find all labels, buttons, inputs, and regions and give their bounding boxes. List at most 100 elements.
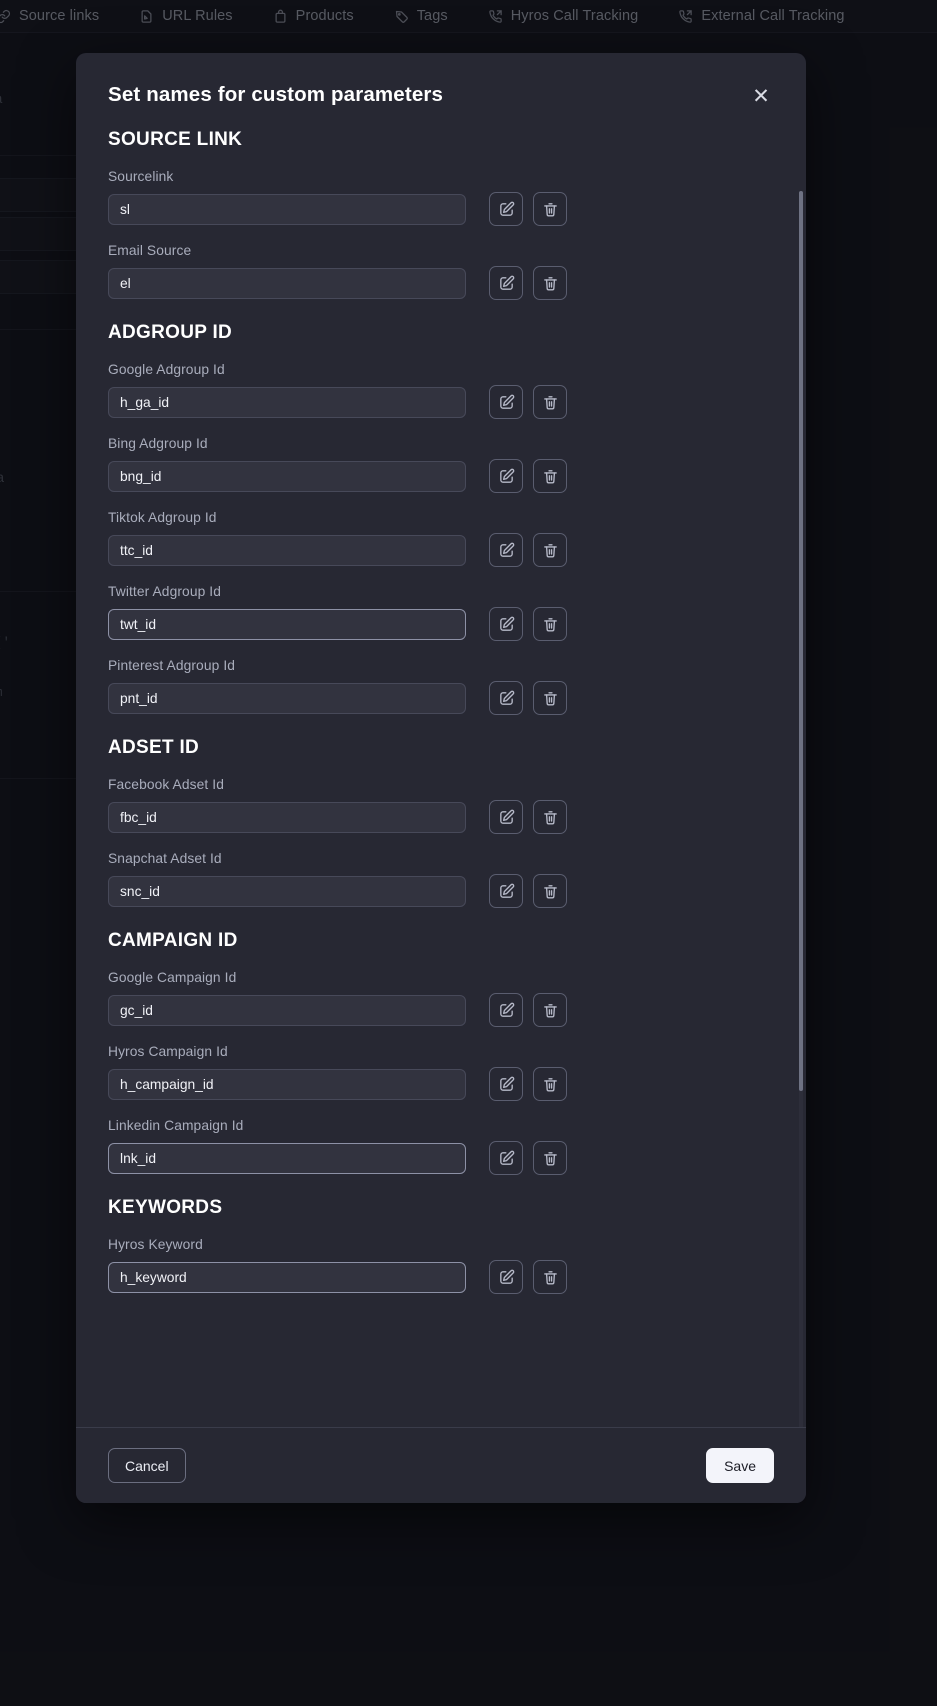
parameter-field-group: Facebook Adset Id <box>108 777 774 834</box>
parameter-row <box>108 1260 774 1294</box>
row-actions <box>489 192 567 226</box>
row-actions <box>489 266 567 300</box>
edit-icon[interactable] <box>489 385 523 419</box>
cancel-button[interactable]: Cancel <box>108 1448 186 1483</box>
edit-icon[interactable] <box>489 607 523 641</box>
parameter-input[interactable] <box>108 1068 466 1100</box>
close-icon[interactable]: ✕ <box>748 83 774 109</box>
edit-icon[interactable] <box>489 459 523 493</box>
edit-icon[interactable] <box>489 533 523 567</box>
field-label: Hyros Campaign Id <box>108 1044 228 1059</box>
field-label: Snapchat Adset Id <box>108 851 222 866</box>
parameter-input[interactable] <box>108 534 466 566</box>
parameter-field-group: Google Adgroup Id <box>108 362 774 419</box>
section-title-adset-id: ADSET ID <box>108 737 200 758</box>
section-title-campaign-id: CAMPAIGN ID <box>108 930 238 951</box>
custom-parameters-modal: Set names for custom parameters ✕ SOURCE… <box>76 53 806 1503</box>
section-title-adgroup-id: ADGROUP ID <box>108 322 233 343</box>
edit-icon[interactable] <box>489 681 523 715</box>
parameter-row <box>108 459 774 493</box>
field-label: Email Source <box>108 243 192 258</box>
parameter-input[interactable] <box>108 608 466 640</box>
trash-icon[interactable] <box>533 1141 567 1175</box>
parameter-field-group: Hyros Keyword <box>108 1237 774 1294</box>
row-actions <box>489 1141 567 1175</box>
trash-icon[interactable] <box>533 874 567 908</box>
section-title-keywords: KEYWORDS <box>108 1197 223 1218</box>
row-actions <box>489 607 567 641</box>
row-actions <box>489 385 567 419</box>
parameter-input[interactable] <box>108 460 466 492</box>
parameter-field-group: Linkedin Campaign Id <box>108 1118 774 1175</box>
edit-icon[interactable] <box>489 266 523 300</box>
parameter-input[interactable] <box>108 267 466 299</box>
edit-icon[interactable] <box>489 1067 523 1101</box>
parameter-field-group: Twitter Adgroup Id <box>108 584 774 641</box>
modal-footer: Cancel Save <box>76 1427 806 1503</box>
parameter-input[interactable] <box>108 801 466 833</box>
trash-icon[interactable] <box>533 459 567 493</box>
row-actions <box>489 681 567 715</box>
edit-icon[interactable] <box>489 993 523 1027</box>
row-actions <box>489 874 567 908</box>
parameter-input[interactable] <box>108 875 466 907</box>
field-label: Twitter Adgroup Id <box>108 584 222 599</box>
field-label: Google Campaign Id <box>108 970 237 985</box>
parameter-field-group: Email Source <box>108 243 774 300</box>
trash-icon[interactable] <box>533 1260 567 1294</box>
trash-icon[interactable] <box>533 993 567 1027</box>
parameter-row <box>108 800 774 834</box>
parameter-input[interactable] <box>108 193 466 225</box>
field-label: Google Adgroup Id <box>108 362 225 377</box>
edit-icon[interactable] <box>489 800 523 834</box>
parameter-input[interactable] <box>108 386 466 418</box>
field-label: Hyros Keyword <box>108 1237 203 1252</box>
field-label: Pinterest Adgroup Id <box>108 658 236 673</box>
scrollbar-thumb[interactable] <box>799 191 803 1091</box>
trash-icon[interactable] <box>533 681 567 715</box>
parameter-row <box>108 874 774 908</box>
parameter-field-group: Pinterest Adgroup Id <box>108 658 774 715</box>
parameter-row <box>108 266 774 300</box>
trash-icon[interactable] <box>533 192 567 226</box>
edit-icon[interactable] <box>489 1141 523 1175</box>
row-actions <box>489 459 567 493</box>
parameter-field-group: Sourcelink <box>108 169 774 226</box>
edit-icon[interactable] <box>489 1260 523 1294</box>
trash-icon[interactable] <box>533 800 567 834</box>
trash-icon[interactable] <box>533 266 567 300</box>
modal-title: Set names for custom parameters <box>108 83 444 106</box>
trash-icon[interactable] <box>533 607 567 641</box>
parameter-row <box>108 607 774 641</box>
parameter-field-group: Tiktok Adgroup Id <box>108 510 774 567</box>
edit-icon[interactable] <box>489 192 523 226</box>
trash-icon[interactable] <box>533 385 567 419</box>
field-label: Facebook Adset Id <box>108 777 224 792</box>
field-label: Tiktok Adgroup Id <box>108 510 217 525</box>
parameter-field-group: Google Campaign Id <box>108 970 774 1027</box>
trash-icon[interactable] <box>533 533 567 567</box>
edit-icon[interactable] <box>489 874 523 908</box>
modal-body-scroll-area[interactable]: SOURCE LINK Sourcelink Email Source ADGROUP… <box>76 119 806 1427</box>
parameter-input[interactable] <box>108 1261 466 1293</box>
parameter-row <box>108 385 774 419</box>
section-title-source-link: SOURCE LINK <box>108 129 243 150</box>
parameter-row <box>108 681 774 715</box>
modal-header: Set names for custom parameters ✕ <box>76 53 806 119</box>
field-label: Linkedin Campaign Id <box>108 1118 244 1133</box>
row-actions <box>489 993 567 1027</box>
row-actions <box>489 533 567 567</box>
parameter-row <box>108 993 774 1027</box>
row-actions <box>489 800 567 834</box>
parameter-input[interactable] <box>108 682 466 714</box>
parameter-row <box>108 533 774 567</box>
parameter-row <box>108 1141 774 1175</box>
save-button[interactable]: Save <box>706 1448 774 1483</box>
parameter-row <box>108 1067 774 1101</box>
field-label: Bing Adgroup Id <box>108 436 208 451</box>
parameter-input[interactable] <box>108 994 466 1026</box>
field-label: Sourcelink <box>108 169 174 184</box>
parameter-input[interactable] <box>108 1142 466 1174</box>
parameter-field-group: Hyros Campaign Id <box>108 1044 774 1101</box>
trash-icon[interactable] <box>533 1067 567 1101</box>
